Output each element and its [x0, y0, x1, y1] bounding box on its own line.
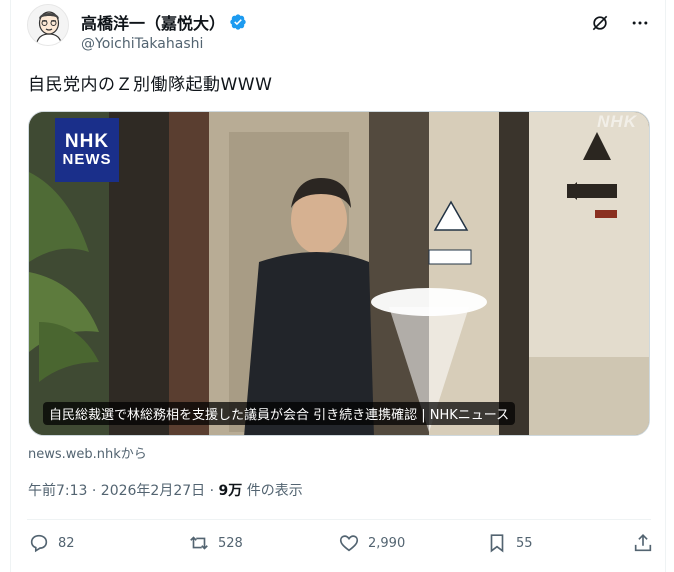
- post-media-card[interactable]: NHK NEWS NHK 自民総裁選で林総務相を支援した議員が会合 引き続き連携…: [28, 111, 650, 436]
- grok-icon[interactable]: [589, 12, 611, 34]
- header-actions: [589, 12, 651, 34]
- author-name[interactable]: 高橋洋一（嘉悦大）: [81, 10, 225, 34]
- nhk-news-logo: NHK NEWS: [55, 118, 119, 182]
- bookmark-button[interactable]: 55: [486, 532, 533, 554]
- like-icon: [339, 535, 359, 552]
- reply-button[interactable]: 82: [28, 532, 75, 554]
- share-icon: [634, 534, 652, 552]
- logo-line-1: NHK: [64, 131, 110, 153]
- share-button[interactable]: [632, 532, 654, 554]
- reply-icon: [30, 534, 48, 553]
- like-count: 2,990: [368, 535, 406, 551]
- post-card: 高橋洋一（嘉悦大） @YoichiTakahashi 自民党内のＺ別働隊起動WW…: [10, 0, 666, 572]
- verified-icon: [230, 14, 246, 30]
- avatar-illustration-icon: [28, 5, 68, 45]
- repost-icon: [190, 536, 208, 550]
- media-caption: 自民総裁選で林総務相を支援した議員が会合 引き続き連携確認 | NHKニュース: [43, 402, 516, 425]
- author-handle[interactable]: @YoichiTakahashi: [81, 36, 203, 52]
- post-timestamp[interactable]: 午前7:13 · 2026年2月27日 ·: [28, 483, 219, 499]
- views-label: 件の表示: [242, 483, 303, 499]
- reply-count: 82: [58, 535, 75, 551]
- like-button[interactable]: 2,990: [338, 532, 405, 554]
- repost-button[interactable]: 528: [188, 532, 243, 554]
- repost-count: 528: [218, 535, 243, 551]
- author-name-row: 高橋洋一（嘉悦大）: [81, 10, 247, 34]
- post-text: 自民党内のＺ別働隊起動WWW: [28, 75, 273, 95]
- logo-line-2: NEWS: [62, 151, 112, 169]
- news-photo: [29, 112, 649, 435]
- avatar[interactable]: [27, 4, 69, 46]
- bookmark-count: 55: [516, 535, 533, 551]
- divider: [27, 519, 651, 520]
- bookmark-icon: [490, 534, 504, 553]
- action-bar: 82 528 2,990 55: [28, 532, 652, 562]
- link-source[interactable]: news.web.nhkから: [28, 443, 147, 462]
- post-header: 高橋洋一（嘉悦大） @YoichiTakahashi: [27, 4, 651, 60]
- more-icon[interactable]: [629, 12, 651, 34]
- nhk-watermark: NHK: [597, 112, 637, 131]
- post-meta: 午前7:13 · 2026年2月27日 · 9万 件の表示: [28, 480, 303, 500]
- view-count: 9万: [218, 483, 243, 499]
